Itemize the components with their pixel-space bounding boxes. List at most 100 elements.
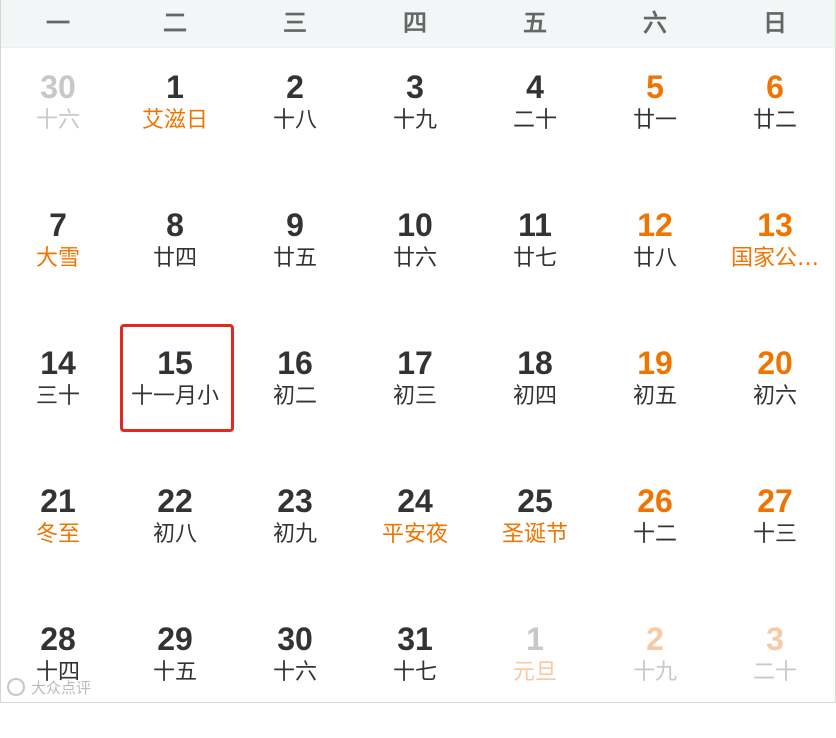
day-cell[interactable]: 23 初九 [235, 462, 355, 600]
day-cell[interactable]: 10 廿六 [355, 186, 475, 324]
day-lunar-label: 十六 [272, 660, 317, 685]
day-number: 25 [517, 483, 553, 519]
weekday-wed: 三 [283, 9, 307, 37]
day-cell[interactable]: 17 初三 [355, 324, 475, 462]
day-number: 2 [286, 69, 304, 105]
day-lunar-label: 十九 [392, 108, 437, 133]
week-row: 28 十四 29 十五 30 十六 31 十七 1 元旦 2 十九 3 二十 [1, 600, 835, 738]
day-cell[interactable]: 21 冬至 [1, 462, 115, 600]
day-cell[interactable]: 19 初五 [595, 324, 715, 462]
weekday-fri: 五 [523, 9, 547, 37]
day-cell[interactable]: 6 廿二 [715, 48, 835, 186]
day-cell[interactable]: 13 国家公… [715, 186, 835, 324]
day-number: 21 [40, 483, 76, 519]
day-lunar-label: 国家公… [730, 246, 819, 271]
weekday-sun: 日 [763, 9, 787, 37]
day-cell[interactable]: 22 初八 [115, 462, 235, 600]
day-cell[interactable]: 7 大雪 [1, 186, 115, 324]
day-number: 31 [397, 621, 433, 657]
day-number: 22 [157, 483, 193, 519]
day-cell[interactable]: 4 二十 [475, 48, 595, 186]
day-lunar-label: 十五 [152, 660, 197, 685]
day-cell[interactable]: 3 十九 [355, 48, 475, 186]
day-lunar-label: 平安夜 [381, 522, 448, 547]
day-number: 2 [646, 621, 664, 657]
day-lunar-label: 三十 [35, 384, 80, 409]
day-cell[interactable]: 16 初二 [235, 324, 355, 462]
day-lunar-label: 廿四 [152, 246, 197, 271]
day-cell[interactable]: 14 三十 [1, 324, 115, 462]
today-highlight [120, 324, 234, 432]
day-number: 28 [40, 621, 76, 657]
week-row: 21 冬至 22 初八 23 初九 24 平安夜 25 圣诞节 26 十二 27 十三 [1, 462, 835, 600]
watermark: 大众点评 [7, 676, 91, 698]
week-row: 14 三十 15 十一月小 16 初二 17 初三 18 初四 19 初五 20 初六 [1, 324, 835, 462]
day-cell[interactable]: 20 初六 [715, 324, 835, 462]
day-number: 3 [766, 621, 784, 657]
day-lunar-label: 初二 [272, 384, 317, 409]
day-number: 6 [766, 69, 784, 105]
day-cell[interactable]: 25 圣诞节 [475, 462, 595, 600]
weekday-sat: 六 [643, 9, 667, 37]
day-lunar-label: 圣诞节 [501, 522, 568, 547]
day-lunar-label: 二十 [512, 108, 557, 133]
day-number: 1 [526, 621, 544, 657]
watermark-text: 大众点评 [31, 678, 92, 697]
day-cell[interactable]: 26 十二 [595, 462, 715, 600]
day-cell[interactable]: 11 廿七 [475, 186, 595, 324]
day-number: 12 [637, 207, 673, 243]
day-cell[interactable]: 9 廿五 [235, 186, 355, 324]
day-lunar-label: 初九 [272, 522, 317, 547]
day-lunar-label: 大雪 [35, 246, 80, 271]
day-lunar-label: 廿一 [632, 108, 677, 133]
calendar: 一 二 三 四 五 六 日 30 十六 1 艾滋日 2 十八 3 十九 4 二十 5 廿一 6 廿二 7 大雪… [0, 0, 836, 703]
day-lunar-label: 二十 [752, 660, 797, 685]
day-lunar-label: 十三 [752, 522, 797, 547]
weekday-header: 一 二 三 四 五 六 日 [1, 0, 835, 48]
day-number: 19 [637, 345, 673, 381]
day-lunar-label: 初八 [152, 522, 197, 547]
day-cell[interactable]: 24 平安夜 [355, 462, 475, 600]
day-number: 5 [646, 69, 664, 105]
day-cell[interactable]: 31 十七 [355, 600, 475, 738]
day-number: 26 [637, 483, 673, 519]
day-number: 23 [277, 483, 313, 519]
day-number: 13 [757, 207, 793, 243]
day-cell[interactable]: 18 初四 [475, 324, 595, 462]
day-lunar-label: 十六 [35, 108, 80, 133]
day-lunar-label: 廿二 [752, 108, 797, 133]
day-number: 16 [277, 345, 313, 381]
day-lunar-label: 初六 [752, 384, 797, 409]
day-number: 1 [166, 69, 184, 105]
day-cell[interactable]: 1 元旦 [475, 600, 595, 738]
day-number: 9 [286, 207, 304, 243]
day-cell[interactable]: 3 二十 [715, 600, 835, 738]
week-row: 30 十六 1 艾滋日 2 十八 3 十九 4 二十 5 廿一 6 廿二 [1, 48, 835, 186]
week-row: 7 大雪 8 廿四 9 廿五 10 廿六 11 廿七 12 廿八 13 国家公… [1, 186, 835, 324]
day-number: 11 [518, 207, 552, 243]
day-number: 7 [49, 207, 67, 243]
day-number: 17 [397, 345, 433, 381]
day-cell[interactable]: 30 十六 [1, 48, 115, 186]
weekday-tue: 二 [163, 9, 187, 37]
day-number: 24 [397, 483, 433, 519]
day-cell[interactable]: 2 十八 [235, 48, 355, 186]
day-cell[interactable]: 2 十九 [595, 600, 715, 738]
day-lunar-label: 廿七 [512, 246, 557, 271]
day-cell[interactable]: 5 廿一 [595, 48, 715, 186]
day-lunar-label: 廿八 [632, 246, 677, 271]
day-cell[interactable]: 1 艾滋日 [115, 48, 235, 186]
day-lunar-label: 廿五 [272, 246, 317, 271]
weekday-mon: 一 [46, 9, 70, 37]
day-cell[interactable]: 12 廿八 [595, 186, 715, 324]
day-lunar-label: 廿六 [392, 246, 437, 271]
day-lunar-label: 冬至 [35, 522, 80, 547]
day-number: 18 [517, 345, 553, 381]
day-cell[interactable]: 29 十五 [115, 600, 235, 738]
day-cell-today[interactable]: 15 十一月小 [115, 324, 235, 462]
day-cell[interactable]: 28 十四 [1, 600, 115, 738]
day-cell[interactable]: 27 十三 [715, 462, 835, 600]
day-cell[interactable]: 8 廿四 [115, 186, 235, 324]
day-number: 27 [757, 483, 793, 519]
day-cell[interactable]: 30 十六 [235, 600, 355, 738]
